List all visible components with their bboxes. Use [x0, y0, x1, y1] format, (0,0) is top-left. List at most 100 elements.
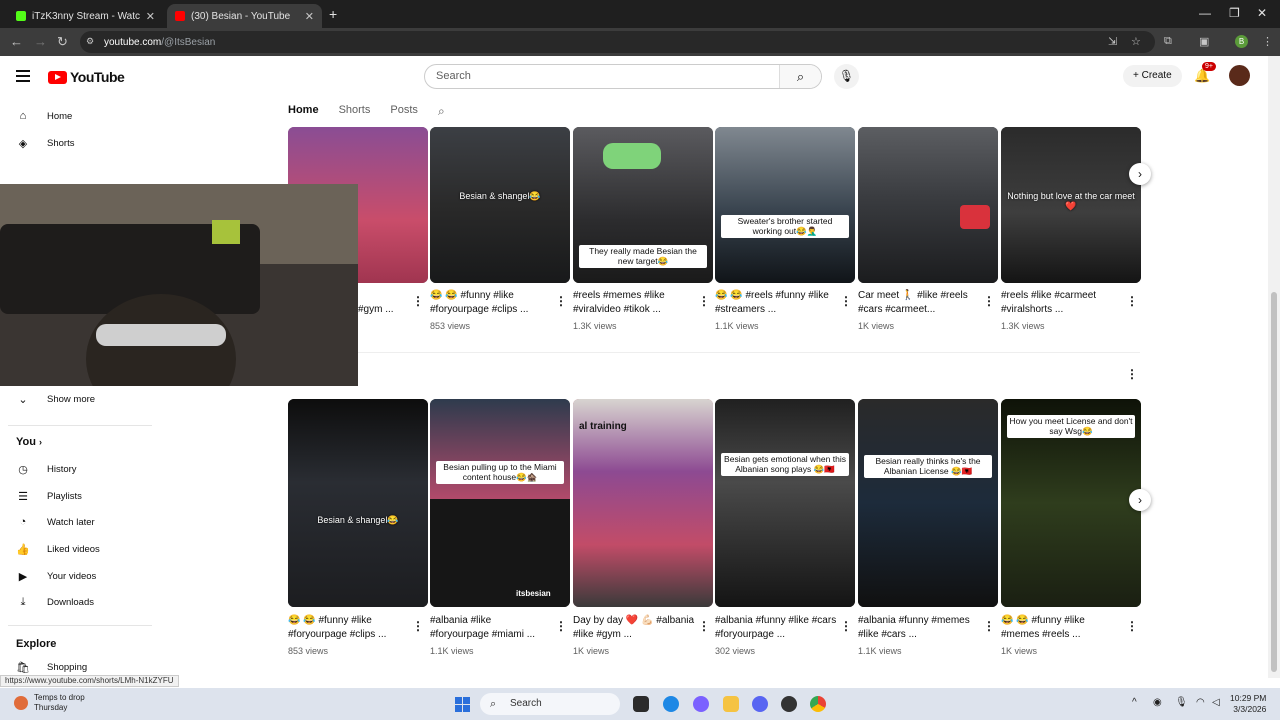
- more-options-icon[interactable]: ⋮: [1126, 619, 1138, 633]
- short-thumbnail[interactable]: Besian gets emotional when this Albanian…: [715, 399, 855, 607]
- reload-icon[interactable]: ↻: [57, 34, 68, 50]
- more-options-icon[interactable]: ⋮: [555, 619, 567, 633]
- sidebar-item-watch-later[interactable]: ◔ Watch later: [16, 516, 95, 528]
- volume-icon[interactable]: ◁: [1212, 697, 1220, 708]
- forward-icon[interactable]: →: [34, 34, 47, 49]
- search-input[interactable]: Search: [425, 65, 779, 88]
- chrome-icon[interactable]: [810, 696, 826, 712]
- tray-app-icon[interactable]: ◉: [1153, 697, 1162, 708]
- tab-home[interactable]: Home: [288, 104, 319, 116]
- video-title[interactable]: #reels #like #carmeet #viralshorts ...: [1001, 289, 1123, 317]
- channel-search-icon[interactable]: ⌕: [438, 104, 445, 119]
- task-view-icon[interactable]: [633, 696, 649, 712]
- more-options-icon[interactable]: ⋮: [698, 294, 710, 308]
- more-options-icon[interactable]: ⋮: [1126, 294, 1138, 308]
- sidebar-show-more[interactable]: ⌄ Show more: [16, 393, 95, 406]
- more-options-icon[interactable]: ⋮: [840, 294, 852, 308]
- short-thumbnail[interactable]: Besian & shangel😂: [430, 127, 570, 283]
- discord-icon[interactable]: [752, 696, 768, 712]
- microphone-tray-icon[interactable]: 🎙: [1175, 697, 1188, 708]
- video-title[interactable]: 😂 😂 #funny #like #foryourpage #clips ...: [288, 614, 410, 642]
- sidebar-item-downloads[interactable]: ⤓ Downloads: [16, 596, 94, 609]
- short-thumbnail[interactable]: Nothing but love at the car meet❤️: [1001, 127, 1141, 283]
- user-avatar[interactable]: [1229, 65, 1250, 86]
- browser-menu-icon[interactable]: ⋮: [1262, 35, 1273, 48]
- tab-posts[interactable]: Posts: [390, 104, 418, 116]
- sidebar-item-playlists[interactable]: ☰ Playlists: [16, 490, 82, 503]
- side-panel-icon[interactable]: ▣: [1199, 35, 1209, 48]
- minimize-icon[interactable]: —: [1199, 6, 1211, 20]
- video-title[interactable]: 😂 😂 #funny #like #memes #reels ...: [1001, 614, 1123, 642]
- taskbar-search[interactable]: ⌕ Search: [480, 693, 620, 715]
- menu-icon[interactable]: [16, 70, 30, 85]
- tray-overflow-icon[interactable]: ^: [1132, 697, 1137, 708]
- video-title[interactable]: #albania #funny #like #cars #foryourpage…: [715, 614, 837, 642]
- short-thumbnail[interactable]: How you meet License and don't say Wsg😂: [1001, 399, 1141, 607]
- video-title[interactable]: 😂 😂 #reels #funny #like #streamers ...: [715, 289, 837, 317]
- create-button[interactable]: + Create: [1123, 65, 1182, 87]
- video-title[interactable]: 😂 😂 #funny #like #foryourpage #clips ...: [430, 289, 552, 317]
- browser-profile-avatar[interactable]: B: [1235, 35, 1248, 48]
- video-title[interactable]: #reels #memes #like #viralvideo #tikok .…: [573, 289, 695, 317]
- install-icon[interactable]: ⇲: [1108, 35, 1117, 48]
- youtube-logo[interactable]: YouTube: [48, 69, 125, 85]
- more-options-icon[interactable]: ⋮: [983, 294, 995, 308]
- close-tab-icon[interactable]: ✕: [305, 10, 314, 23]
- address-bar[interactable]: youtube.com/@ItsBesian: [80, 31, 1155, 53]
- more-options-icon[interactable]: ⋮: [555, 294, 567, 308]
- short-thumbnail[interactable]: [858, 127, 998, 283]
- wifi-icon[interactable]: ◠: [1196, 697, 1205, 708]
- browser-tab-youtube[interactable]: (30) Besian - YouTube ✕: [167, 4, 322, 28]
- back-icon[interactable]: ←: [10, 34, 23, 49]
- short-thumbnail[interactable]: Besian & shangel😂: [288, 399, 428, 607]
- close-tab-icon[interactable]: ✕: [146, 10, 155, 23]
- edge-icon[interactable]: [663, 696, 679, 712]
- video-title[interactable]: Day by day ❤️ 💪🏻 #albania #like #gym ...: [573, 614, 695, 642]
- page-scrollbar[interactable]: [1268, 56, 1280, 678]
- maximize-icon[interactable]: ❐: [1229, 6, 1240, 20]
- weather-widget[interactable]: Temps to drop Thursday: [34, 693, 85, 713]
- more-options-icon[interactable]: ⋮: [412, 294, 424, 308]
- sidebar-item-shorts[interactable]: ◈ Shorts: [16, 137, 75, 150]
- video-title[interactable]: #albania #funny #memes #like #cars ...: [858, 614, 980, 642]
- microphone-icon[interactable]: 🎙: [834, 64, 859, 89]
- browser-tab-kick[interactable]: iTzK3nny Stream - Watch Live o ✕: [8, 4, 163, 28]
- site-info-icon[interactable]: ⚙: [86, 36, 94, 47]
- row-next-arrow-icon[interactable]: ›: [1129, 489, 1151, 511]
- section-more-options-icon[interactable]: ⋮: [1126, 367, 1138, 381]
- more-options-icon[interactable]: ⋮: [840, 619, 852, 633]
- extensions-icon[interactable]: ⧉: [1164, 35, 1172, 48]
- search-box[interactable]: Search ⌕: [424, 64, 822, 89]
- video-title[interactable]: #albania #like #foryourpage #miami ...: [430, 614, 552, 642]
- short-thumbnail[interactable]: Besian really thinks he's the Albanian L…: [858, 399, 998, 607]
- short-thumbnail[interactable]: They really made Besian the new target😂: [573, 127, 713, 283]
- scrollbar-thumb[interactable]: [1271, 292, 1277, 672]
- close-window-icon[interactable]: ✕: [1257, 6, 1267, 20]
- bookmark-star-icon[interactable]: ☆: [1131, 35, 1141, 48]
- more-options-icon[interactable]: ⋮: [698, 619, 710, 633]
- video-title[interactable]: Car meet 🚶 #like #reels #cars #carmeet..…: [858, 289, 980, 317]
- sidebar-item-history[interactable]: ◷ History: [16, 463, 76, 476]
- sidebar-item-home[interactable]: ⌂ Home: [16, 110, 73, 122]
- row-next-arrow-icon[interactable]: ›: [1129, 163, 1151, 185]
- video-title[interactable]: #gym ...: [358, 303, 414, 317]
- notifications-bell-icon[interactable]: 🔔 9+: [1194, 62, 1216, 84]
- more-options-icon[interactable]: ⋮: [983, 619, 995, 633]
- short-thumbnail[interactable]: Sweater's brother started working out😂🤦‍…: [715, 127, 855, 283]
- copilot-icon[interactable]: [693, 696, 709, 712]
- sidebar-item-your-videos[interactable]: ▶ Your videos: [16, 570, 97, 583]
- tab-shorts[interactable]: Shorts: [339, 104, 371, 116]
- sidebar-item-shopping[interactable]: 🛍 Shopping: [16, 661, 87, 674]
- file-explorer-icon[interactable]: [723, 696, 739, 712]
- system-clock[interactable]: 10:29 PM 3/3/2026: [1230, 693, 1266, 715]
- more-options-icon[interactable]: ⋮: [412, 619, 424, 633]
- short-thumbnail[interactable]: al training: [573, 399, 713, 607]
- search-icon[interactable]: ⌕: [779, 65, 821, 88]
- weather-icon[interactable]: [14, 696, 28, 710]
- sidebar-you-heading[interactable]: You ›: [16, 436, 42, 448]
- start-windows-icon[interactable]: [455, 697, 470, 712]
- obs-icon[interactable]: [781, 696, 797, 712]
- new-tab-icon[interactable]: +: [329, 6, 337, 22]
- sidebar-item-liked-videos[interactable]: 👍 Liked videos: [16, 543, 100, 556]
- short-thumbnail[interactable]: Besian pulling up to the Miami content h…: [430, 399, 570, 607]
